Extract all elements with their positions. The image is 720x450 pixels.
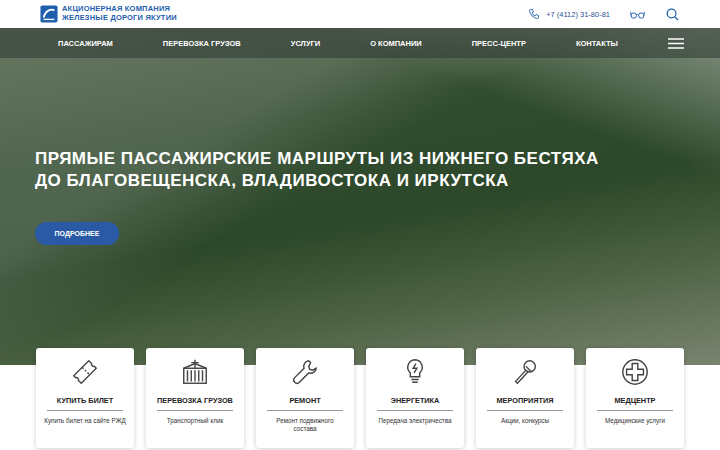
top-header: АКЦИОНЕРНАЯ КОМПАНИЯЖЕЛЕЗНЫЕ ДОРОГИ ЯКУТ… — [0, 0, 720, 28]
ticket-icon — [70, 357, 100, 387]
wrench-icon — [290, 357, 320, 387]
logo-text: АКЦИОНЕРНАЯ КОМПАНИЯЖЕЛЕЗНЫЕ ДОРОГИ ЯКУТ… — [62, 5, 177, 22]
card-subtitle: Медицинские услуги — [599, 417, 671, 425]
page: АКЦИОНЕРНАЯ КОМПАНИЯЖЕЛЕЗНЫЕ ДОРОГИ ЯКУТ… — [0, 0, 720, 450]
logo-line: АКЦИОНЕРНАЯ КОМПАНИЯ — [62, 5, 177, 14]
nav-item[interactable]: О КОМПАНИИ — [370, 39, 422, 48]
main-nav: ПАССАЖИРАМ ПЕРЕВОЗКА ГРУЗОВ УСЛУГИ О КОМПАН… — [0, 28, 720, 58]
phone-number[interactable]: +7 (4112) 31-80-81 — [546, 10, 610, 19]
card-title: ЭНЕРГЕТИКА — [391, 396, 440, 405]
lightbulb-icon — [400, 357, 430, 387]
hero-content: ПРЯМЫЕ ПАССАЖИРСКИЕ МАРШРУТЫ ИЗ НИЖНЕГО … — [0, 58, 720, 245]
card-divider — [377, 410, 452, 411]
service-card[interactable]: ЭНЕРГЕТИКА Передача электричества — [366, 348, 464, 448]
hero-title-line: ДО БЛАГОВЕЩЕНСКА, ВЛАДИВОСТОКА И ИРКУТСК… — [35, 170, 720, 192]
medical-cross-icon — [620, 357, 650, 387]
header-actions: +7 (4112) 31-80-81 — [528, 7, 680, 22]
card-divider — [157, 410, 232, 411]
logo[interactable]: АКЦИОНЕРНАЯ КОМПАНИЯЖЕЛЕЗНЫЕ ДОРОГИ ЯКУТ… — [40, 5, 177, 23]
phone-icon — [528, 8, 540, 20]
container-icon — [180, 357, 210, 387]
card-subtitle: Транспортный клик — [161, 417, 229, 425]
card-subtitle: Ремонт подвижного состава — [258, 417, 352, 433]
logo-line: ЖЕЛЕЗНЫЕ ДОРОГИ ЯКУТИИ — [62, 14, 177, 23]
hamburger-menu-icon[interactable] — [668, 38, 684, 49]
search-icon[interactable] — [665, 7, 680, 22]
company-logo-icon — [40, 5, 58, 23]
hero-title: ПРЯМЫЕ ПАССАЖИРСКИЕ МАРШРУТЫ ИЗ НИЖНЕГО … — [35, 148, 720, 192]
microphone-icon — [510, 357, 540, 387]
card-subtitle: Передача электричества — [372, 417, 457, 425]
glasses-icon[interactable] — [630, 7, 645, 22]
hero-title-line: ПРЯМЫЕ ПАССАЖИРСКИЕ МАРШРУТЫ ИЗ НИЖНЕГО … — [35, 148, 720, 170]
card-subtitle: Акции, конкурсы — [495, 417, 555, 425]
card-title: РЕМОНТ — [289, 396, 320, 405]
card-title: МЕРОПРИЯТИЯ — [497, 396, 554, 405]
card-subtitle: Купить билет на сайте РЖД — [38, 417, 132, 425]
card-divider — [267, 410, 342, 411]
nav-item[interactable]: ПЕРЕВОЗКА ГРУЗОВ — [163, 39, 241, 48]
nav-item[interactable]: ПАССАЖИРАМ — [58, 39, 113, 48]
service-card[interactable]: МЕДЦЕНТР Медицинские услуги — [586, 348, 684, 448]
service-card[interactable]: КУПИТЬ БИЛЕТ Купить билет на сайте РЖД — [36, 348, 134, 448]
card-title: ПЕРЕВОЗКА ГРУЗОВ — [157, 396, 233, 405]
service-card[interactable]: МЕРОПРИЯТИЯ Акции, конкурсы — [476, 348, 574, 448]
card-divider — [487, 410, 562, 411]
card-divider — [47, 410, 122, 411]
service-card[interactable]: ПЕРЕВОЗКА ГРУЗОВ Транспортный клик — [146, 348, 244, 448]
nav-item[interactable]: ПРЕСС-ЦЕНТР — [472, 39, 526, 48]
nav-item[interactable]: УСЛУГИ — [291, 39, 320, 48]
service-card[interactable]: РЕМОНТ Ремонт подвижного состава — [256, 348, 354, 448]
card-title: КУПИТЬ БИЛЕТ — [57, 396, 113, 405]
hero-banner: ПАССАЖИРАМ ПЕРЕВОЗКА ГРУЗОВ УСЛУГИ О КОМПАН… — [0, 28, 720, 365]
more-button[interactable]: ПОДРОБНЕЕ — [35, 222, 119, 245]
card-title: МЕДЦЕНТР — [615, 396, 656, 405]
card-divider — [597, 410, 672, 411]
service-cards: КУПИТЬ БИЛЕТ Купить билет на сайте РЖД ПЕР… — [0, 348, 720, 448]
nav-item[interactable]: КОНТАКТЫ — [576, 39, 618, 48]
